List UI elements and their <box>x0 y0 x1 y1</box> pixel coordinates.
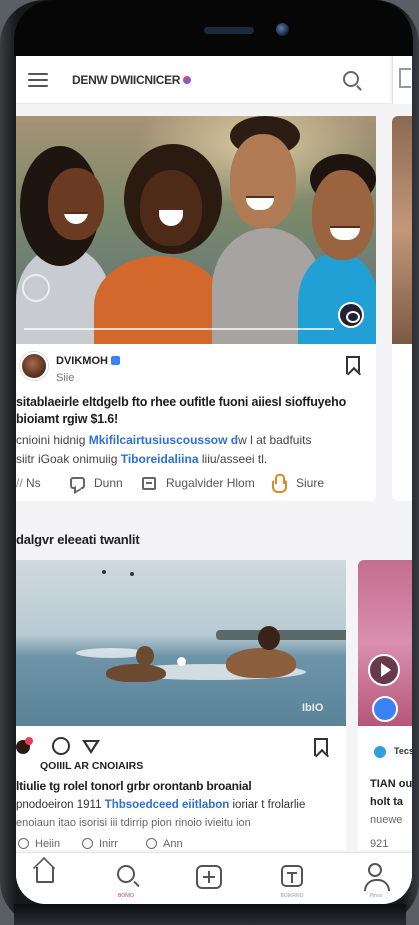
peek-line-2: holt ta <box>370 796 403 808</box>
phone-bottom-bezel <box>14 904 406 925</box>
body-text-segment: ioriar t frolarlie <box>232 799 306 811</box>
peek-avatar-dot <box>374 746 386 758</box>
swimmer-body <box>226 648 296 678</box>
post2-line-2: pnodoeiron 1911 Thbsoedceed eiitlabon io… <box>16 796 305 815</box>
app-screen: DENW DWIICNICER DVIKMOH Siie sitablaeirl… <box>16 56 412 904</box>
bookmark-icon-2[interactable] <box>314 738 328 756</box>
bottom-navigation: BONIO BOIKRNO Pinoo <box>16 852 412 904</box>
photo-progress-bar <box>24 328 334 330</box>
post-subtitle: Siie <box>56 372 75 384</box>
next-panel-topbar <box>392 56 412 104</box>
post-card-1: DVIKMOH Siie sitablaeirle eltdgelb fto r… <box>16 116 376 501</box>
thumbs-up-icon[interactable] <box>272 474 287 493</box>
post2-line-1: ltiulie tg rolel tonorl grbr orontanb br… <box>16 779 252 793</box>
front-camera <box>276 23 289 36</box>
box-plus-icon <box>281 865 303 887</box>
circle-icon <box>18 838 29 849</box>
chat-circle-icon[interactable] <box>52 737 70 755</box>
photo-tag: IbIO <box>302 702 324 714</box>
phone-bezel <box>14 0 413 56</box>
peek-line-1: TIAN oui <box>370 778 412 790</box>
nav-search-label: BONIO <box>117 893 135 899</box>
nav-box[interactable]: BOIKRNO <box>262 853 322 904</box>
mini-action-2[interactable]: Inirr <box>82 838 118 850</box>
bird-speck <box>102 570 106 574</box>
next-post-card-2-preview[interactable]: Tecs TIAN oui holt ta nuewe 921 <box>358 560 412 850</box>
photo-face-3 <box>230 134 296 228</box>
post-body-line-1: cnioini hidnig Mkifilcairtusiuscoussow d… <box>16 431 311 450</box>
bird-speck <box>130 572 134 576</box>
post-card-2: IbIO QOIIIL AR CNOIAIRS ltiulie tg rolel… <box>16 560 346 850</box>
body-link-1[interactable]: Mkifilcairtusiuscoussow d <box>89 433 238 447</box>
photo-person-4 <box>298 252 376 344</box>
body-text-segment: siitr iGoak onimuiig <box>16 452 118 466</box>
send-icon[interactable] <box>82 740 100 754</box>
soccer-ball-icon[interactable] <box>338 302 364 328</box>
post2-link[interactable]: Thbsoedceed eiitlabon <box>105 799 230 811</box>
home-icon <box>36 867 54 883</box>
hamburger-menu-icon[interactable] <box>28 73 48 87</box>
search-nav-icon <box>117 865 135 883</box>
heart-avatar-icon[interactable] <box>16 737 33 754</box>
peek-line-3: nuewe <box>370 814 403 826</box>
post-headline-line-1: sitablaeirle eltdgelb fto rhee oufitle f… <box>16 395 347 409</box>
bookmark-icon[interactable] <box>346 356 360 374</box>
app-title: DENW DWIICNICER <box>72 73 192 87</box>
photo-ring-indicator[interactable] <box>22 274 50 302</box>
post-headline-line-2: bioiamt rgiw $1.6! <box>16 412 118 426</box>
section-title: dalgvr eleeati twanlit <box>16 532 140 547</box>
nav-box-label: BOIKRNO <box>280 893 304 899</box>
search-icon[interactable] <box>343 71 359 87</box>
photo-person-2 <box>94 256 224 344</box>
react-action[interactable]: // Ns <box>16 476 41 490</box>
share-box-icon[interactable] <box>142 477 156 490</box>
verified-badge-icon <box>110 356 120 365</box>
title-dot-icon <box>183 76 192 84</box>
profile-icon <box>364 863 390 891</box>
like-action[interactable]: Siure <box>296 476 324 490</box>
nav-profile[interactable]: Pinoo <box>346 853 406 904</box>
nav-search[interactable]: BONIO <box>96 853 156 904</box>
nav-home[interactable] <box>16 853 76 904</box>
photo-face-1 <box>48 168 104 240</box>
comment-icon[interactable] <box>70 477 85 489</box>
bracket-icon[interactable] <box>399 68 411 88</box>
far-shoreline <box>216 630 346 640</box>
next-post-card-preview[interactable] <box>392 116 412 501</box>
peek-small-label: Tecs <box>394 746 412 756</box>
post-author-name[interactable]: DVIKMOH <box>56 355 120 367</box>
post2-line-3: enoiaun itao isorisi iii tdirrip pion ri… <box>16 817 251 829</box>
mini-action-3[interactable]: Ann <box>146 838 183 850</box>
top-app-bar: DENW DWIICNICER <box>16 56 390 104</box>
nav-create[interactable] <box>179 853 239 904</box>
peek-counter: 921 <box>370 838 389 850</box>
badge-icon[interactable] <box>372 696 398 722</box>
body-text-segment: liiu/asseei tl. <box>201 452 268 466</box>
group-photo[interactable] <box>16 116 376 344</box>
body-text-segment: w l at badfuits <box>238 433 312 447</box>
body-text-segment: pnodoeiron 1911 <box>16 799 102 811</box>
nav-profile-label: Pinoo <box>369 893 383 899</box>
beach-photo[interactable]: IbIO <box>16 560 346 726</box>
comment-action[interactable]: Dunn <box>94 476 123 490</box>
earpiece-speaker <box>204 27 254 34</box>
share-action[interactable]: Rugalvider Hlom <box>166 476 255 490</box>
rock-or-swimmer <box>106 664 166 682</box>
photo-position-dot <box>177 657 186 666</box>
circle-icon <box>82 838 93 849</box>
body-text-segment: cnioini hidnig <box>16 433 86 447</box>
swimmer-head <box>258 626 280 650</box>
post-body-line-2: siitr iGoak onimuiig Tiboreidaliina liiu… <box>16 450 267 469</box>
mini-action-1[interactable]: Heiin <box>18 838 60 850</box>
add-post-icon <box>196 865 222 889</box>
post-author-avatar[interactable] <box>20 352 48 380</box>
circle-icon <box>146 838 157 849</box>
post2-author[interactable]: QOIIIL AR CNOIAIRS <box>40 760 143 772</box>
photo-face-4 <box>312 170 374 260</box>
play-icon[interactable] <box>368 654 400 686</box>
next-post-photo <box>392 116 412 344</box>
body-link-2[interactable]: Tiboreidaliina <box>121 452 199 466</box>
swimmer-head <box>136 646 154 666</box>
phone-frame: DENW DWIICNICER DVIKMOH Siie sitablaeirl… <box>0 0 419 925</box>
